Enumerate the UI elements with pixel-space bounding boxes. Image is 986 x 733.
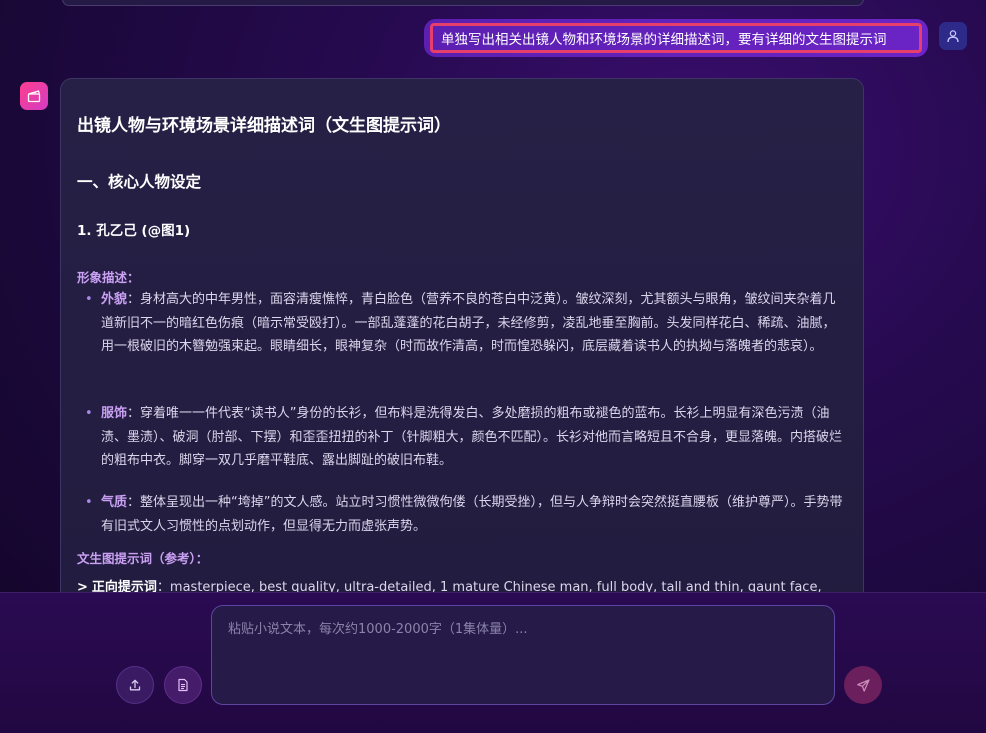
user-message-bubble: 单独写出相关出镜人物和环境场景的详细描述词，要有详细的文生图提示词 <box>424 19 928 57</box>
list-item: • 外貌：身材高大的中年男性，面容清瘦憔悴，青白脸色（营养不良的苍白中泛黄）。皱… <box>77 288 843 359</box>
document-button[interactable] <box>164 666 202 704</box>
user-avatar <box>939 22 967 50</box>
bullet-key: 服饰 <box>101 406 128 421</box>
list-item: • 服饰：穿着唯一一件代表“读书人”身份的长衫，但布料是洗得发白、多处磨损的粗布… <box>77 402 843 473</box>
bullet-text: ：穿着唯一一件代表“读书人”身份的长衫，但布料是洗得发白、多处磨损的粗布或褪色的… <box>101 406 843 468</box>
upload-icon <box>129 679 141 691</box>
appearance-label: 形象描述： <box>77 270 140 285</box>
bullet-key: 外貌 <box>101 292 128 307</box>
assistant-avatar <box>20 82 48 110</box>
clapperboard-icon <box>27 90 41 103</box>
user-message-row: 单独写出相关出镜人物和环境场景的详细描述词，要有详细的文生图提示词 <box>0 19 986 61</box>
user-message-text: 单独写出相关出镜人物和环境场景的详细描述词，要有详细的文生图提示词 <box>430 23 922 53</box>
bullet-dot: • <box>85 292 93 307</box>
assistant-message-card: 出镜人物与环境场景详细描述词（文生图提示词） 一、核心人物设定 1. 孔乙己 (… <box>60 78 864 618</box>
user-icon <box>947 30 959 43</box>
character-heading: 1. 孔乙己 (@图1) <box>77 223 191 239</box>
novel-text-input-container <box>211 605 835 705</box>
upload-button[interactable] <box>116 666 154 704</box>
novel-text-input[interactable] <box>228 618 818 692</box>
bullet-text: ：身材高大的中年男性，面容清瘦憔悴，青白脸色（营养不良的苍白中泛黄）。皱纹深刻，… <box>101 292 836 354</box>
previous-message-edge <box>62 0 864 6</box>
bullet-dot: • <box>85 406 93 421</box>
list-item: • 气质：整体呈现出一种“垮掉”的文人感。站立时习惯性微微佝偻（长期受挫），但与… <box>77 491 843 538</box>
bullet-dot: • <box>85 495 93 510</box>
send-button[interactable] <box>844 666 882 704</box>
document-icon <box>178 678 188 692</box>
section-heading: 一、核心人物设定 <box>77 173 202 191</box>
prompt-label: 文生图提示词（参考）： <box>77 551 209 566</box>
send-icon <box>856 678 870 692</box>
response-title: 出镜人物与环境场景详细描述词（文生图提示词） <box>77 116 451 136</box>
bullet-key: 气质 <box>101 495 128 510</box>
bullet-text: ：整体呈现出一种“垮掉”的文人感。站立时习惯性微微佝偻（长期受挫），但与人争辩时… <box>101 495 843 534</box>
